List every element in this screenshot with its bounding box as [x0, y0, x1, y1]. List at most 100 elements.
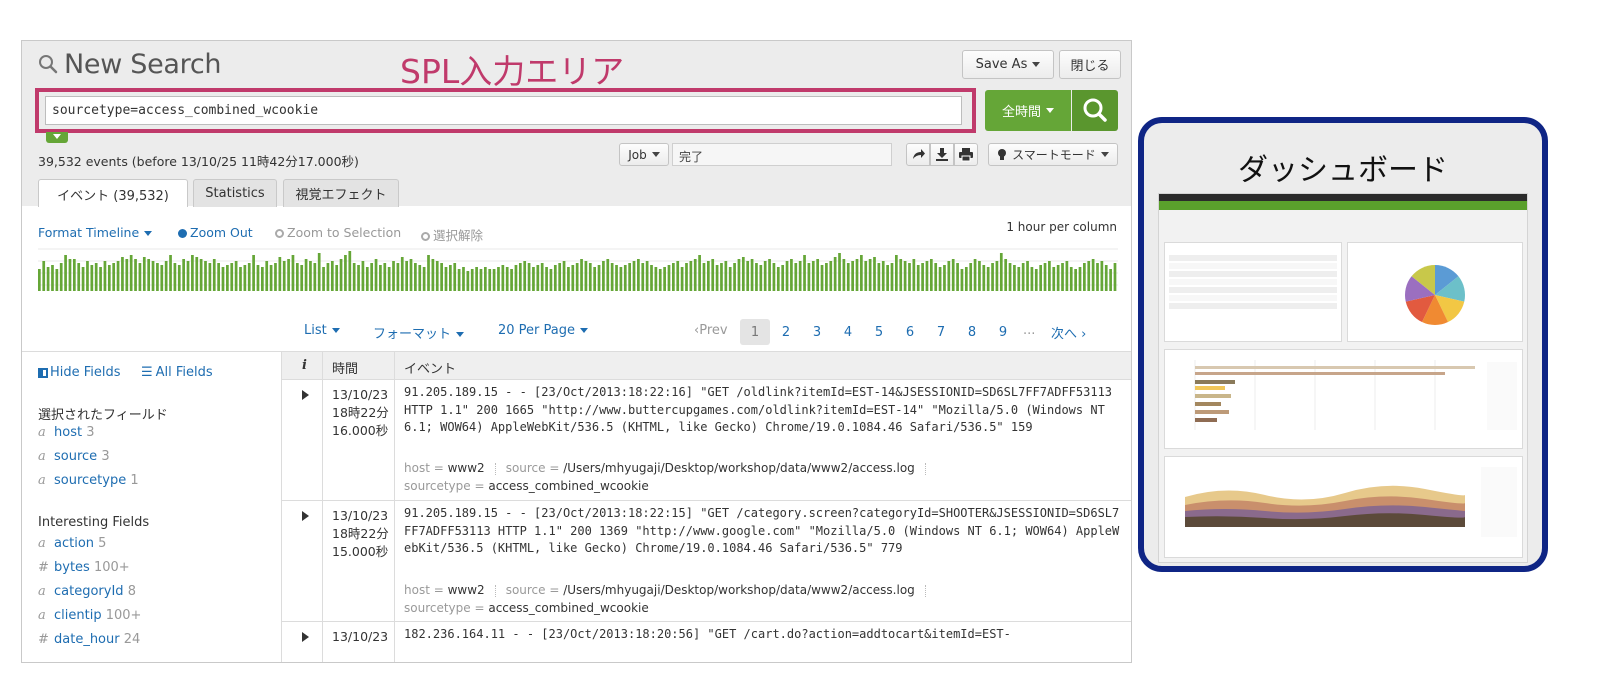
timeline-bar[interactable] — [72, 259, 76, 291]
timeline-bar[interactable] — [186, 261, 190, 291]
timeline-bar[interactable] — [169, 255, 172, 291]
timeline-bar[interactable] — [711, 259, 715, 291]
timeline-bar[interactable] — [348, 251, 352, 291]
timeline-bar[interactable] — [973, 259, 977, 291]
timeline-bar[interactable] — [798, 261, 802, 291]
timeline-bar[interactable] — [46, 267, 50, 291]
timeline-bar[interactable] — [479, 269, 483, 291]
timeline-bar[interactable] — [462, 267, 465, 291]
timeline-bar[interactable] — [663, 267, 666, 291]
page-2[interactable]: 2 — [771, 319, 801, 345]
timeline-bar[interactable] — [313, 263, 317, 291]
timeline-bar[interactable] — [829, 261, 833, 291]
timeline-bar[interactable] — [221, 267, 225, 291]
timeline-bar[interactable] — [514, 265, 518, 291]
source-value[interactable]: /Users/mhyugaji/Desktop/workshop/data/ww… — [563, 461, 915, 475]
timeline-bar[interactable] — [623, 265, 627, 291]
format-timeline-menu[interactable]: Format Timeline — [38, 225, 153, 240]
timeline-bar[interactable] — [226, 265, 229, 291]
timeline-bar[interactable] — [309, 261, 312, 291]
close-button[interactable]: 閉じる — [1059, 50, 1121, 79]
timeline-bar[interactable] — [121, 257, 124, 291]
timeline-bar[interactable] — [715, 265, 719, 291]
field-categoryid[interactable]: a categoryId 8 — [38, 584, 136, 599]
timeline-bar[interactable] — [422, 267, 426, 291]
timeline-bar[interactable] — [256, 265, 260, 291]
timeline-bar[interactable] — [453, 263, 457, 291]
search-input[interactable]: sourcetype=access_combined_wcookie — [45, 96, 962, 125]
timeline-bar[interactable] — [435, 261, 439, 291]
timeline-bar[interactable] — [1056, 265, 1060, 291]
timeline-bar[interactable] — [38, 269, 41, 291]
timeline-bar[interactable] — [1030, 267, 1034, 291]
timeline-bar[interactable] — [558, 263, 562, 291]
timeline-bar[interactable] — [846, 263, 850, 291]
timeline-bar[interactable] — [750, 259, 754, 291]
timeline-bar[interactable] — [921, 263, 924, 291]
timeline-bar[interactable] — [803, 255, 806, 291]
timeline-bar[interactable] — [969, 263, 973, 291]
timeline-bar[interactable] — [1078, 267, 1082, 291]
timeline-bar[interactable] — [772, 263, 776, 291]
timeline-bar[interactable] — [116, 261, 120, 291]
timeline-bar[interactable] — [825, 263, 828, 291]
timeline-bar[interactable] — [1061, 263, 1064, 291]
timeline-bar[interactable] — [951, 259, 955, 291]
timeline-bar[interactable] — [107, 265, 111, 291]
timeline-bar[interactable] — [247, 263, 251, 291]
timeline-bar[interactable] — [300, 265, 304, 291]
timeline-bar[interactable] — [1065, 261, 1069, 291]
timeline-bar[interactable] — [269, 265, 273, 291]
sourcetype-value[interactable]: access_combined_wcookie — [488, 479, 648, 493]
field-sourcetype[interactable]: a sourcetype 1 — [38, 473, 139, 488]
timeline-bar[interactable] — [99, 267, 102, 291]
timeline-bar[interactable] — [610, 263, 614, 291]
timeline-bar[interactable] — [877, 263, 881, 291]
timeline-bar[interactable] — [103, 261, 107, 291]
timeline-bar[interactable] — [685, 263, 688, 291]
timeline-bar[interactable] — [90, 265, 94, 291]
timeline-bar[interactable] — [492, 269, 496, 291]
timeline-bar[interactable] — [387, 267, 391, 291]
field-bytes[interactable]: # bytes 100+ — [38, 560, 130, 575]
expand-event-icon[interactable] — [302, 390, 309, 400]
timeline-bar[interactable] — [344, 255, 347, 291]
expand-event-icon[interactable] — [302, 632, 309, 642]
timeline-bar[interactable] — [899, 259, 903, 291]
field-date-hour[interactable]: # date_hour 24 — [38, 632, 140, 647]
field-clientip[interactable]: a clientip 100+ — [38, 608, 141, 623]
timeline-bar[interactable] — [597, 265, 601, 291]
expand-search-toggle[interactable] — [46, 132, 68, 143]
timeline-bar[interactable] — [912, 259, 916, 291]
time-column-header[interactable]: 時間 — [332, 358, 358, 377]
timeline-bar[interactable] — [204, 261, 207, 291]
timeline-bar[interactable] — [418, 265, 422, 291]
timeline-bar[interactable] — [702, 263, 706, 291]
timeline-bar[interactable] — [991, 263, 994, 291]
timeline-bar[interactable] — [1004, 259, 1008, 291]
timeline-bar[interactable] — [274, 263, 277, 291]
timeline-bar[interactable] — [1048, 261, 1051, 291]
timeline-bar[interactable] — [1008, 263, 1012, 291]
timeline-bar[interactable] — [602, 261, 605, 291]
save-as-button[interactable]: Save As — [962, 50, 1054, 79]
page-6[interactable]: 6 — [895, 319, 925, 345]
timeline-bar[interactable] — [868, 259, 872, 291]
timeline-bar[interactable] — [427, 255, 430, 291]
timeline-bar[interactable] — [42, 261, 46, 291]
timeline-bar[interactable] — [1021, 263, 1025, 291]
timeline-bar[interactable] — [964, 267, 968, 291]
timeline-bar[interactable] — [405, 261, 408, 291]
tab-visualization[interactable]: 視覚エフェクト — [283, 179, 399, 207]
timeline-bar[interactable] — [160, 265, 164, 291]
host-value[interactable]: www2 — [448, 583, 485, 597]
page-3[interactable]: 3 — [802, 319, 832, 345]
timeline-bar[interactable] — [667, 265, 671, 291]
job-menu-button[interactable]: Job — [619, 143, 669, 166]
timeline-bar[interactable] — [785, 261, 789, 291]
timeline-bar[interactable] — [816, 259, 820, 291]
timeline-bar[interactable] — [440, 263, 443, 291]
search-button[interactable] — [1072, 90, 1118, 131]
timeline-bar[interactable] — [886, 265, 889, 291]
timeline-bar[interactable] — [414, 263, 417, 291]
